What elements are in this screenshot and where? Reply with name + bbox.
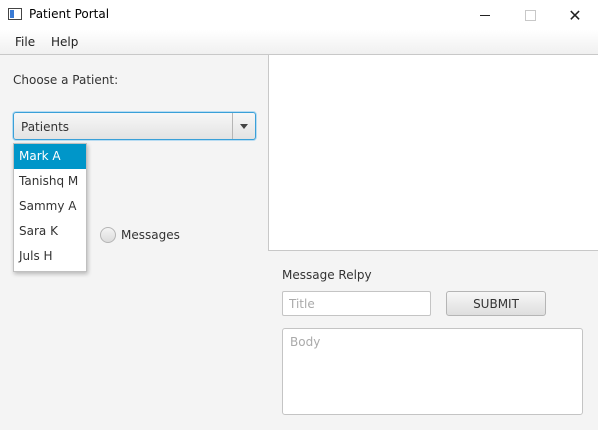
close-button[interactable]: ✕ [552,0,598,30]
maximize-button[interactable] [507,0,553,30]
menu-bar: File Help [0,30,598,55]
submit-button[interactable]: SUBMIT [446,291,546,316]
body-input[interactable] [282,328,583,415]
messages-radio[interactable] [100,227,116,243]
patient-option-juls-h[interactable]: Juls H [14,244,86,269]
choose-patient-label: Choose a Patient: [13,73,119,87]
combo-separator [232,113,233,139]
maximize-icon [524,9,536,21]
minimize-button[interactable] [462,0,508,30]
patient-option-sara-k[interactable]: Sara K [14,219,86,244]
patient-dropdown-list: Mark A Tanishq M Sammy A Sara K Juls H [13,143,87,272]
patient-combo-box[interactable]: Patients [13,112,256,140]
messages-radio-label[interactable]: Messages [121,228,180,242]
patient-option-mark-a[interactable]: Mark A [14,144,86,169]
minimize-icon [480,14,490,16]
patient-option-tanishq-m[interactable]: Tanishq M [14,169,86,194]
close-icon: ✕ [568,5,582,25]
message-display-area [268,55,598,251]
title-input[interactable] [282,291,431,316]
app-icon [8,8,22,20]
window-title: Patient Portal [29,7,110,21]
menu-file[interactable]: File [15,35,35,49]
chevron-down-icon[interactable] [240,124,248,129]
title-bar: Patient Portal ✕ [0,0,598,30]
message-reply-label: Message Relpy [282,268,372,282]
menu-help[interactable]: Help [51,35,78,49]
patient-option-sammy-a[interactable]: Sammy A [14,194,86,219]
patient-combo-value: Patients [21,120,70,134]
